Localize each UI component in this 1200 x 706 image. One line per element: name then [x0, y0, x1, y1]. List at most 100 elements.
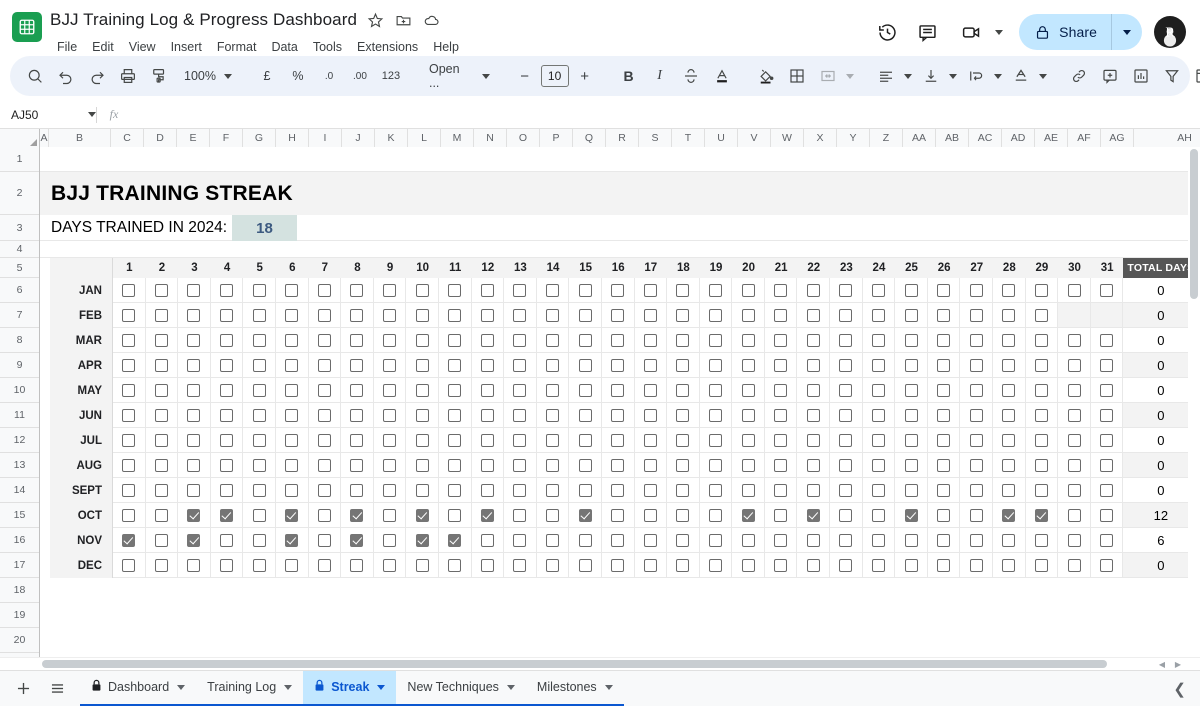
checkbox-unchecked-icon[interactable]	[383, 333, 397, 347]
checkbox-unchecked-icon[interactable]	[415, 433, 429, 447]
checkbox-unchecked-icon[interactable]	[154, 408, 168, 422]
day-checkbox-cell-jul-23[interactable]	[830, 428, 863, 453]
row-header-10[interactable]: 10	[0, 378, 39, 403]
day-checkbox-cell-nov-14[interactable]	[536, 528, 570, 553]
checkbox-unchecked-icon[interactable]	[285, 408, 299, 422]
day-checkbox-cell-feb-12[interactable]	[471, 303, 505, 328]
day-checkbox-cell-jun-24[interactable]	[862, 403, 896, 428]
day-checkbox-cell-may-1[interactable]	[113, 378, 146, 403]
column-header-j[interactable]: J	[342, 129, 375, 147]
day-checkbox-cell-apr-10[interactable]	[406, 353, 439, 378]
day-checkbox-cell-dec-20[interactable]	[732, 553, 765, 578]
share-main[interactable]: Share	[1019, 14, 1111, 50]
day-checkbox-cell-sept-18[interactable]	[667, 478, 700, 503]
day-checkbox-cell-oct-9[interactable]	[373, 503, 407, 528]
day-checkbox-cell-mar-13[interactable]	[504, 328, 537, 353]
day-checkbox-cell-aug-16[interactable]	[601, 453, 635, 478]
day-checkbox-cell-nov-24[interactable]	[862, 528, 896, 553]
day-checkbox-cell-aug-2[interactable]	[145, 453, 179, 478]
checkbox-unchecked-icon[interactable]	[1067, 333, 1081, 347]
day-checkbox-cell-nov-6[interactable]	[275, 528, 309, 553]
italic-button[interactable]: I	[645, 61, 675, 91]
checkbox-unchecked-icon[interactable]	[513, 408, 527, 422]
checkbox-unchecked-icon[interactable]	[480, 433, 494, 447]
day-checkbox-cell-aug-24[interactable]	[862, 453, 896, 478]
day-checkbox-cell-dec-11[interactable]	[438, 553, 472, 578]
day-checkbox-cell-sept-23[interactable]	[830, 478, 863, 503]
checkbox-unchecked-icon[interactable]	[480, 458, 494, 472]
checkbox-unchecked-icon[interactable]	[383, 558, 397, 572]
checkbox-unchecked-icon[interactable]	[937, 533, 951, 547]
checkbox-unchecked-icon[interactable]	[350, 458, 364, 472]
day-checkbox-cell-may-16[interactable]	[601, 378, 635, 403]
day-checkbox-cell-may-22[interactable]	[797, 378, 831, 403]
checkbox-unchecked-icon[interactable]	[676, 283, 690, 297]
checkbox-unchecked-icon[interactable]	[252, 483, 266, 497]
day-checkbox-cell-sept-22[interactable]	[797, 478, 831, 503]
row-header-12[interactable]: 12	[0, 428, 39, 453]
day-checkbox-cell-may-8[interactable]	[341, 378, 374, 403]
day-checkbox-cell-dec-4[interactable]	[210, 553, 244, 578]
day-checkbox-cell-feb-20[interactable]	[732, 303, 765, 328]
day-checkbox-cell-jul-19[interactable]	[699, 428, 733, 453]
day-checkbox-cell-aug-10[interactable]	[406, 453, 439, 478]
percent-format-button[interactable]: %	[283, 61, 313, 91]
day-checkbox-cell-oct-18[interactable]	[667, 503, 700, 528]
day-checkbox-cell-jun-23[interactable]	[830, 403, 863, 428]
checkbox-unchecked-icon[interactable]	[741, 458, 755, 472]
day-checkbox-cell-jun-14[interactable]	[536, 403, 570, 428]
day-checkbox-cell-mar-22[interactable]	[797, 328, 831, 353]
day-checkbox-cell-feb-18[interactable]	[667, 303, 700, 328]
checkbox-unchecked-icon[interactable]	[708, 508, 722, 522]
day-checkbox-cell-feb-29[interactable]	[1025, 303, 1059, 328]
column-header-x[interactable]: X	[804, 129, 837, 147]
day-checkbox-cell-jul-5[interactable]	[243, 428, 276, 453]
checkbox-unchecked-icon[interactable]	[480, 333, 494, 347]
merge-cells-icon[interactable]	[813, 61, 843, 91]
print-icon[interactable]	[113, 61, 143, 91]
day-checkbox-cell-jul-24[interactable]	[862, 428, 896, 453]
checkbox-unchecked-icon[interactable]	[611, 508, 625, 522]
checkbox-unchecked-icon[interactable]	[546, 533, 560, 547]
checkbox-unchecked-icon[interactable]	[252, 308, 266, 322]
day-checkbox-cell-apr-19[interactable]	[699, 353, 733, 378]
day-checkbox-cell-jan-28[interactable]	[993, 278, 1026, 303]
checkbox-unchecked-icon[interactable]	[1067, 283, 1081, 297]
day-checkbox-cell-nov-3[interactable]	[178, 528, 211, 553]
checkbox-unchecked-icon[interactable]	[937, 508, 951, 522]
row-header-14[interactable]: 14	[0, 478, 39, 503]
day-checkbox-cell-jun-7[interactable]	[308, 403, 342, 428]
day-checkbox-cell-mar-16[interactable]	[601, 328, 635, 353]
day-checkbox-cell-dec-10[interactable]	[406, 553, 439, 578]
checkbox-unchecked-icon[interactable]	[122, 508, 136, 522]
day-checkbox-cell-nov-17[interactable]	[634, 528, 668, 553]
checkbox-unchecked-icon[interactable]	[383, 508, 397, 522]
checkbox-unchecked-icon[interactable]	[1002, 458, 1016, 472]
day-checkbox-cell-jul-14[interactable]	[536, 428, 570, 453]
checkbox-unchecked-icon[interactable]	[774, 558, 788, 572]
checkbox-unchecked-icon[interactable]	[839, 333, 853, 347]
checkbox-unchecked-icon[interactable]	[1002, 383, 1016, 397]
column-header-a[interactable]: A	[40, 129, 49, 147]
checkbox-unchecked-icon[interactable]	[350, 383, 364, 397]
day-checkbox-cell-mar-29[interactable]	[1025, 328, 1059, 353]
checkbox-unchecked-icon[interactable]	[1100, 433, 1114, 447]
checkbox-unchecked-icon[interactable]	[448, 383, 462, 397]
checkbox-unchecked-icon[interactable]	[546, 408, 560, 422]
day-checkbox-cell-may-31[interactable]	[1090, 378, 1124, 403]
day-checkbox-cell-feb-21[interactable]	[764, 303, 798, 328]
row-header-15[interactable]: 15	[0, 503, 39, 528]
checkbox-unchecked-icon[interactable]	[676, 533, 690, 547]
column-header-m[interactable]: M	[441, 129, 474, 147]
checkbox-unchecked-icon[interactable]	[741, 383, 755, 397]
checkbox-unchecked-icon[interactable]	[839, 383, 853, 397]
day-checkbox-cell-jun-30[interactable]	[1058, 403, 1091, 428]
day-checkbox-cell-dec-17[interactable]	[634, 553, 668, 578]
checkbox-unchecked-icon[interactable]	[122, 308, 136, 322]
day-checkbox-cell-dec-26[interactable]	[927, 553, 961, 578]
checkbox-unchecked-icon[interactable]	[513, 508, 527, 522]
day-checkbox-cell-feb-15[interactable]	[569, 303, 602, 328]
day-checkbox-cell-feb-27[interactable]	[960, 303, 994, 328]
day-checkbox-cell-aug-30[interactable]	[1058, 453, 1091, 478]
column-header-w[interactable]: W	[771, 129, 804, 147]
